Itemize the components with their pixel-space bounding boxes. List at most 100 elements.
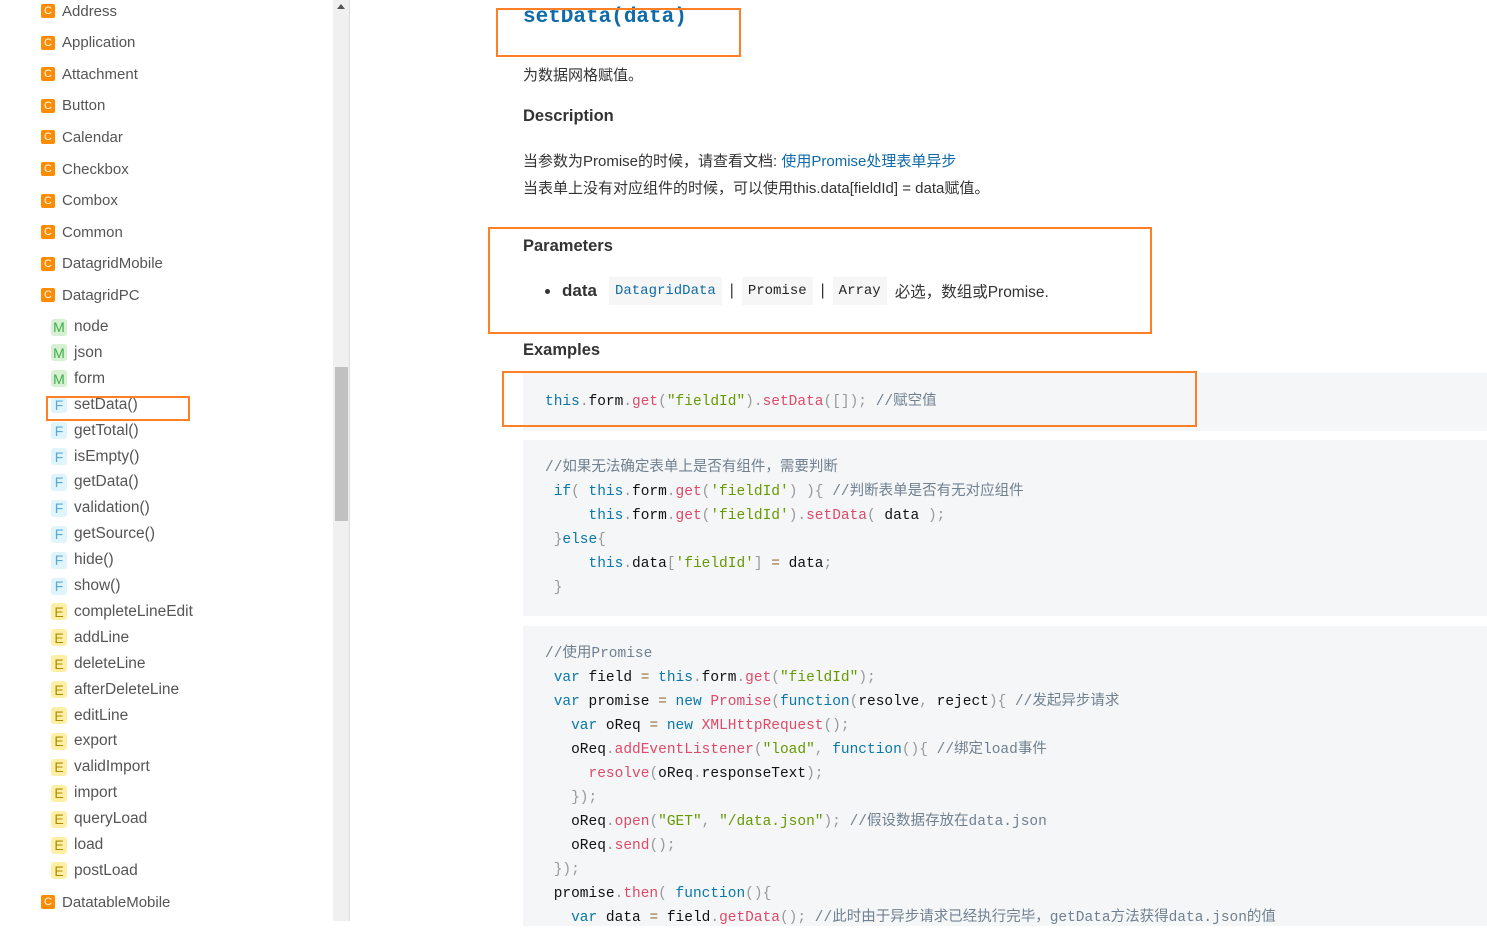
code-token-code-text	[867, 394, 876, 410]
code-token-comment: //此时由于异步请求已经执行完毕，getData方法获得data.json的值	[814, 910, 1276, 926]
code-token-keyword: function	[779, 694, 850, 710]
sidebar-item-address[interactable]: C Address	[41, 1, 117, 21]
code-token-keyword: this	[658, 670, 693, 686]
sidebar-item-label: import	[74, 784, 118, 802]
event-icon: E	[51, 603, 67, 621]
code-block-1: this.form.get("fieldId").setData([]); //…	[523, 373, 1487, 431]
sidebar-item-label: json	[74, 343, 103, 361]
class-icon: C	[41, 288, 55, 303]
sidebar-item-calendar[interactable]: C Calendar	[41, 127, 123, 147]
code-token-code-text: form	[588, 394, 624, 410]
class-icon: C	[41, 35, 55, 50]
event-icon: E	[51, 732, 67, 750]
event-icon: E	[51, 836, 67, 854]
code-token-punctuation: });	[553, 862, 580, 878]
code-line: this.form.get("fieldId").setData([]); //…	[545, 390, 1465, 414]
code-token-punctuation: (	[658, 886, 667, 902]
code-token-string: "fieldId"	[779, 670, 859, 686]
code-token-code-text: resolve	[858, 694, 920, 710]
code-token-code-text	[545, 910, 571, 926]
code-token-code-text: oReq	[545, 814, 606, 830]
parameter-item: data DatagridData | Promise | Array 必选，数…	[545, 277, 1049, 305]
sidebar-item-datagridmobile[interactable]: C DatagridMobile	[41, 254, 163, 274]
code-token-punctuation: .	[605, 814, 615, 830]
sidebar-item-form[interactable]: Mform	[51, 369, 105, 389]
code-token-code-text: field	[658, 910, 711, 926]
sidebar-item-validimport[interactable]: EvalidImport	[51, 757, 150, 777]
scrollbar-thumb[interactable]	[335, 367, 348, 521]
sidebar-item-checkbox[interactable]: C Checkbox	[41, 159, 129, 179]
code-token-punctuation: (	[571, 484, 580, 500]
sidebar-item-attachment[interactable]: C Attachment	[41, 64, 138, 84]
code-token-code-text: oReq	[545, 838, 606, 854]
sidebar-item-deleteline[interactable]: EdeleteLine	[51, 654, 146, 674]
sidebar-item-setdata[interactable]: FsetData()	[51, 395, 138, 415]
sidebar-item-label: Button	[62, 97, 106, 115]
sidebar-item-label: queryLoad	[74, 810, 148, 828]
sidebar-item-hide[interactable]: Fhide()	[51, 550, 114, 570]
code-token-operator: =	[771, 556, 780, 572]
sidebar-item-import[interactable]: Eimport	[51, 783, 117, 803]
sidebar-item-addline[interactable]: EaddLine	[51, 628, 129, 648]
code-token-string: 'fieldId'	[675, 556, 754, 572]
sidebar-item-load[interactable]: Eload	[51, 835, 103, 855]
code-token-function-name: get	[745, 670, 772, 686]
code-token-code-text	[545, 532, 554, 548]
code-token-punctuation: ();	[823, 718, 850, 734]
sidebar-item-afterdeleteline[interactable]: EafterDeleteLine	[51, 680, 179, 700]
sidebar-item-getdata[interactable]: FgetData()	[51, 472, 139, 492]
function-icon: F	[51, 577, 67, 595]
code-token-code-text	[545, 862, 554, 878]
sidebar-item-label: form	[74, 369, 105, 387]
sidebar-item-gettotal[interactable]: FgetTotal()	[51, 421, 139, 441]
code-token-code-text	[545, 670, 554, 686]
sidebar-item-combox[interactable]: C Combox	[41, 191, 118, 211]
sidebar-item-postload[interactable]: EpostLoad	[51, 861, 138, 881]
code-token-code-text: oReq	[597, 718, 650, 734]
scroll-up-arrow-icon[interactable]	[337, 4, 345, 9]
sidebar-item-node[interactable]: Mnode	[51, 317, 108, 337]
code-token-comment: //使用Promise	[545, 646, 653, 662]
code-token-keyword: if	[553, 484, 572, 500]
sidebar-item-show[interactable]: Fshow()	[51, 576, 121, 596]
sidebar-scrollbar[interactable]	[333, 0, 350, 921]
sidebar-item-getsource[interactable]: FgetSource()	[51, 524, 155, 544]
code-token-punctuation: .	[623, 484, 633, 500]
type-datagriddata-link[interactable]: DatagridData	[608, 277, 722, 305]
sidebar-item-isempty[interactable]: FisEmpty()	[51, 447, 139, 467]
code-line: oReq.open("GET", "/data.json"); //假设数据存放…	[545, 810, 1465, 834]
code-token-code-text: promise	[545, 886, 615, 902]
code-token-comment: //判断表单是否有无对应组件	[832, 484, 1024, 500]
sidebar-item-label: validation()	[74, 499, 150, 517]
code-line: });	[545, 786, 1465, 810]
code-token-code-text	[667, 694, 676, 710]
sidebar-item-completelineedit[interactable]: EcompleteLineEdit	[51, 602, 193, 622]
code-token-code-text	[824, 484, 833, 500]
sidebar-item-editline[interactable]: EeditLine	[51, 706, 128, 726]
event-icon: E	[51, 655, 67, 673]
sidebar-item-queryload[interactable]: EqueryLoad	[51, 809, 147, 829]
code-token-code-text: data	[875, 508, 928, 524]
sidebar-item-common[interactable]: C Common	[41, 222, 123, 242]
sidebar-item-json[interactable]: Mjson	[51, 343, 102, 363]
sidebar-item-application[interactable]: C Application	[41, 33, 135, 53]
event-icon: E	[51, 784, 67, 802]
sidebar-item-validation[interactable]: Fvalidation()	[51, 498, 150, 518]
code-token-code-text	[545, 508, 589, 524]
code-line: var data = field.getData(); //此时由于异步请求已经…	[545, 906, 1465, 930]
code-token-function-name: get	[675, 484, 702, 500]
code-line: var field = this.form.get("fieldId");	[545, 666, 1465, 690]
examples-heading: Examples	[523, 341, 601, 359]
promise-doc-link[interactable]: 使用Promise处理表单异步	[781, 153, 956, 170]
code-line: resolve(oReq.responseText);	[545, 762, 1465, 786]
type-separator: |	[729, 282, 734, 299]
code-block-3: //使用Promise var field = this.form.get("f…	[523, 626, 1487, 926]
type-array: Array	[832, 277, 887, 305]
sidebar-item-label: Combox	[62, 192, 118, 210]
sidebar-item-datagridpc[interactable]: C DatagridPC	[41, 285, 140, 305]
type-separator: |	[820, 282, 825, 299]
sidebar-item-export[interactable]: Eexport	[51, 731, 117, 751]
sidebar-item-button[interactable]: C Button	[41, 96, 105, 116]
sidebar-item-datatablemobile[interactable]: C DatatableMobile	[41, 892, 170, 912]
parameters-heading: Parameters	[523, 237, 613, 255]
